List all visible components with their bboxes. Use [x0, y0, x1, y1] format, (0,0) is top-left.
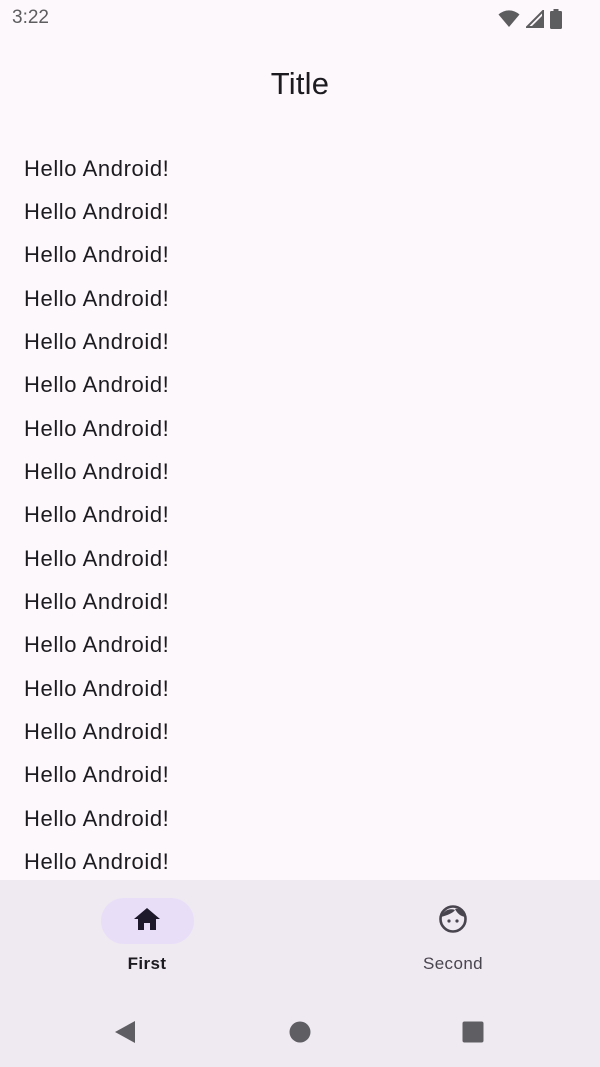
- nav-item-first[interactable]: First: [47, 898, 247, 988]
- list-item: Hello Android!: [24, 675, 170, 701]
- list-item: Hello Android!: [24, 502, 170, 528]
- status-time: 3:22: [12, 7, 49, 28]
- list-item: Hello Android!: [24, 285, 170, 311]
- list-item: Hello Android!: [24, 719, 170, 745]
- system-navigation-bar: [0, 998, 600, 1067]
- list-item: Hello Android!: [24, 849, 170, 875]
- list-item: Hello Android!: [24, 329, 170, 355]
- list-item: Hello Android!: [24, 199, 170, 225]
- list-item: Hello Android!: [24, 632, 170, 658]
- list-item: Hello Android!: [24, 545, 170, 571]
- bottom-navigation-bar: First Second: [0, 880, 600, 998]
- list-item: Hello Android!: [24, 762, 170, 788]
- list-item: Hello Android!: [24, 589, 170, 615]
- back-icon[interactable]: [113, 1020, 137, 1044]
- face-icon: [438, 904, 468, 939]
- page-title: Title: [270, 66, 330, 101]
- list-item: Hello Android!: [24, 242, 170, 268]
- list-item: Hello Android!: [24, 155, 170, 181]
- home-circle-icon[interactable]: [288, 1020, 312, 1044]
- status-icons: [498, 8, 562, 30]
- nav-label-second: Second: [422, 954, 484, 973]
- list-item: Hello Android!: [24, 372, 170, 398]
- content-list[interactable]: Hello Android! Hello Android! Hello Andr…: [0, 147, 600, 880]
- home-icon: [133, 907, 161, 936]
- nav-label-first: First: [127, 954, 167, 973]
- status-bar: 3:22: [0, 0, 600, 36]
- cellular-signal-icon: [526, 10, 544, 28]
- list-item: Hello Android!: [24, 805, 170, 831]
- recents-icon[interactable]: [461, 1020, 485, 1044]
- battery-icon: [550, 9, 562, 29]
- wifi-icon: [498, 10, 520, 28]
- list-item: Hello Android!: [24, 459, 170, 485]
- top-app-bar: Title: [0, 36, 600, 132]
- list-item: Hello Android!: [24, 415, 170, 441]
- nav-indicator: [407, 898, 500, 944]
- nav-active-indicator: [100, 898, 194, 944]
- nav-item-second[interactable]: Second: [353, 898, 553, 988]
